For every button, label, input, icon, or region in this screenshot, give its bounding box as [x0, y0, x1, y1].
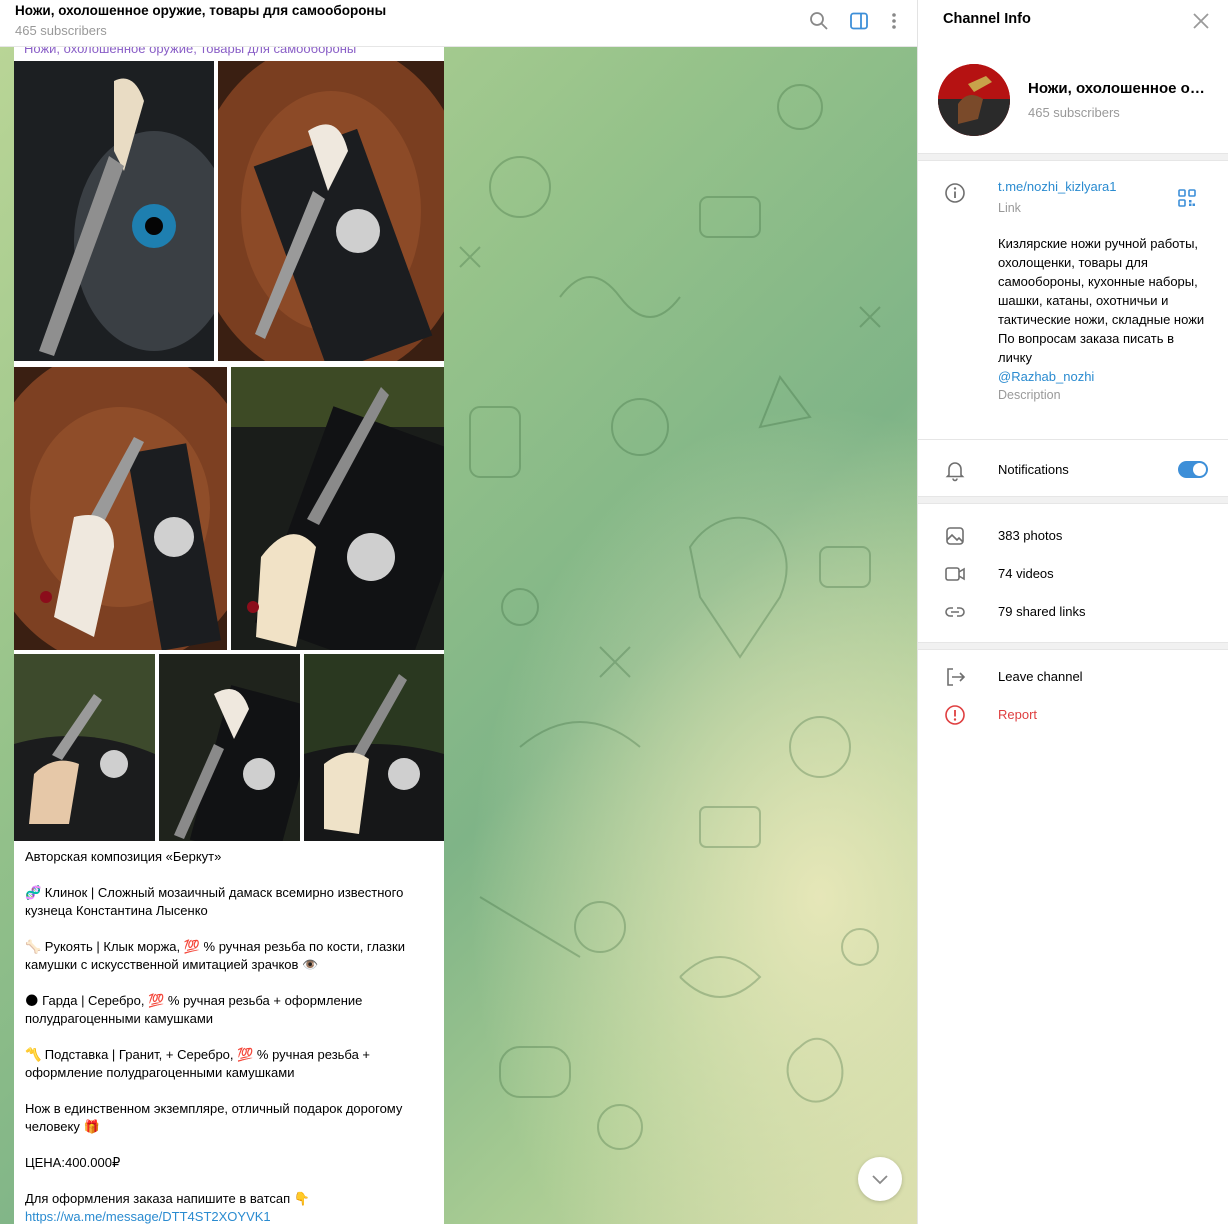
post-line: ЦЕНА:400.000₽: [25, 1155, 121, 1170]
report-icon: [943, 703, 967, 727]
post-line: [25, 974, 437, 992]
post-line: 〽️ Подставка | Гранит, + Серебро, 💯 % ру…: [25, 1047, 371, 1080]
links-row[interactable]: 79 shared links: [918, 593, 1228, 631]
channel-info-panel: Channel Info Ножи, охолошенное оружие, т…: [917, 0, 1228, 1224]
close-icon[interactable]: [1190, 10, 1212, 32]
section-divider: [918, 153, 1228, 161]
post-line: 🦴 Рукоять | Клык моржа, 💯 % ручная резьб…: [25, 939, 405, 972]
leave-icon: [943, 665, 967, 689]
chat-title[interactable]: Ножи, охолошенное оружие, товары для сам…: [15, 3, 386, 18]
search-icon[interactable]: [806, 8, 832, 34]
videos-count: 74 videos: [998, 566, 1054, 581]
videos-row[interactable]: 74 videos: [918, 555, 1228, 593]
whatsapp-link[interactable]: https://wa.me/message/DTT4ST2XOYVK1: [25, 1209, 271, 1224]
qr-code-icon[interactable]: [1176, 187, 1198, 209]
post-line: Авторская композиция «Беркут»: [25, 849, 222, 864]
photo-icon: [943, 524, 967, 548]
post-line: [25, 920, 437, 938]
bell-icon: [943, 458, 967, 482]
chat-area: Ножи, охолошенное оружие, товары для сам…: [0, 0, 917, 1224]
post-line: Для оформления заказа напишите в ватсап …: [25, 1191, 310, 1206]
scroll-down-button[interactable]: [858, 1157, 902, 1201]
post-line: [25, 1028, 437, 1046]
post-text: Авторская композиция «Беркут» 🧬 Клинок |…: [25, 848, 437, 1224]
chat-subscribers: 465 subscribers: [15, 23, 107, 38]
leave-channel-row[interactable]: Leave channel: [918, 658, 1228, 696]
row-divider: [918, 439, 1228, 440]
channel-subscribers: 465 subscribers: [1028, 105, 1120, 120]
description-label: Description: [998, 388, 1061, 402]
post-photo[interactable]: [159, 654, 300, 841]
post-author[interactable]: Ножи, охолошенное оружие, товары для сам…: [24, 47, 356, 56]
channel-avatar[interactable]: [938, 64, 1010, 136]
link-label: Link: [998, 201, 1021, 215]
post-line: [25, 1082, 437, 1100]
notifications-label: Notifications: [998, 462, 1069, 477]
channel-post: Ножи, охолошенное оружие, товары для сам…: [14, 47, 444, 1224]
post-photo[interactable]: [304, 654, 444, 841]
post-photo[interactable]: [231, 367, 444, 650]
more-vertical-icon[interactable]: [881, 8, 907, 34]
leave-channel-label: Leave channel: [998, 669, 1083, 684]
report-row[interactable]: Report: [918, 696, 1228, 734]
post-line: 🧬 Клинок | Сложный мозаичный дамаск всем…: [25, 885, 404, 918]
channel-link[interactable]: t.me/nozhi_kizlyara1: [998, 179, 1117, 194]
report-label: Report: [998, 707, 1038, 722]
description-mention[interactable]: @Razhab_nozhi: [998, 367, 1208, 386]
post-line: Нож в единственном экземпляре, отличный …: [25, 1101, 403, 1134]
description-text: Кизлярские ножи ручной работы, охолощенк…: [998, 236, 1205, 365]
links-count: 79 shared links: [998, 604, 1086, 619]
video-icon: [943, 562, 967, 586]
notifications-toggle[interactable]: [1178, 461, 1208, 478]
post-photo[interactable]: [218, 61, 444, 361]
photos-count: 383 photos: [998, 528, 1063, 543]
info-icon: [943, 181, 967, 205]
post-line: [25, 866, 437, 884]
chat-header: Ножи, охолошенное оружие, товары для сам…: [0, 0, 917, 47]
section-divider: [918, 642, 1228, 650]
post-line: [25, 1136, 437, 1154]
post-line: [25, 1172, 437, 1190]
photos-row[interactable]: 383 photos: [918, 517, 1228, 555]
chevron-down-icon: [872, 1175, 888, 1185]
post-photo[interactable]: [14, 367, 227, 650]
link-icon: [943, 600, 967, 624]
channel-name: Ножи, охолошенное оружие, товары для сам…: [1028, 80, 1213, 97]
post-line: 🌑 Гарда | Серебро, 💯 % ручная резьба + о…: [25, 993, 363, 1026]
section-divider: [918, 496, 1228, 504]
channel-description: Кизлярские ножи ручной работы, охолощенк…: [998, 234, 1208, 405]
sidebar-toggle-icon[interactable]: [846, 8, 872, 34]
panel-title: Channel Info: [943, 11, 1031, 27]
post-photo[interactable]: [14, 654, 155, 841]
post-photo[interactable]: [14, 61, 214, 361]
